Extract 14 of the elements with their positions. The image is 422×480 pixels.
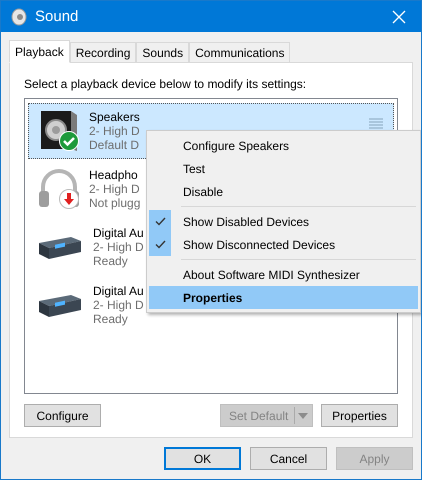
device-driver: 2- High D [93,298,144,312]
device-status: Ready [93,312,128,326]
device-name: Headpho [89,168,138,182]
device-name: Digital Au [93,284,144,298]
device-status: Ready [93,254,128,268]
device-driver: 2- High D [89,124,140,138]
device-name: Digital Au [93,226,144,240]
instruction-text: Select a playback device below to modify its settings: [24,77,308,91]
device-driver: 2- High D [93,240,144,254]
device-name: Speakers [89,110,140,124]
device-driver: 2- High D [89,182,140,196]
device-status: Not plugg [89,196,140,210]
device-status: Default D [89,138,140,152]
window-title: Sound [35,8,80,25]
